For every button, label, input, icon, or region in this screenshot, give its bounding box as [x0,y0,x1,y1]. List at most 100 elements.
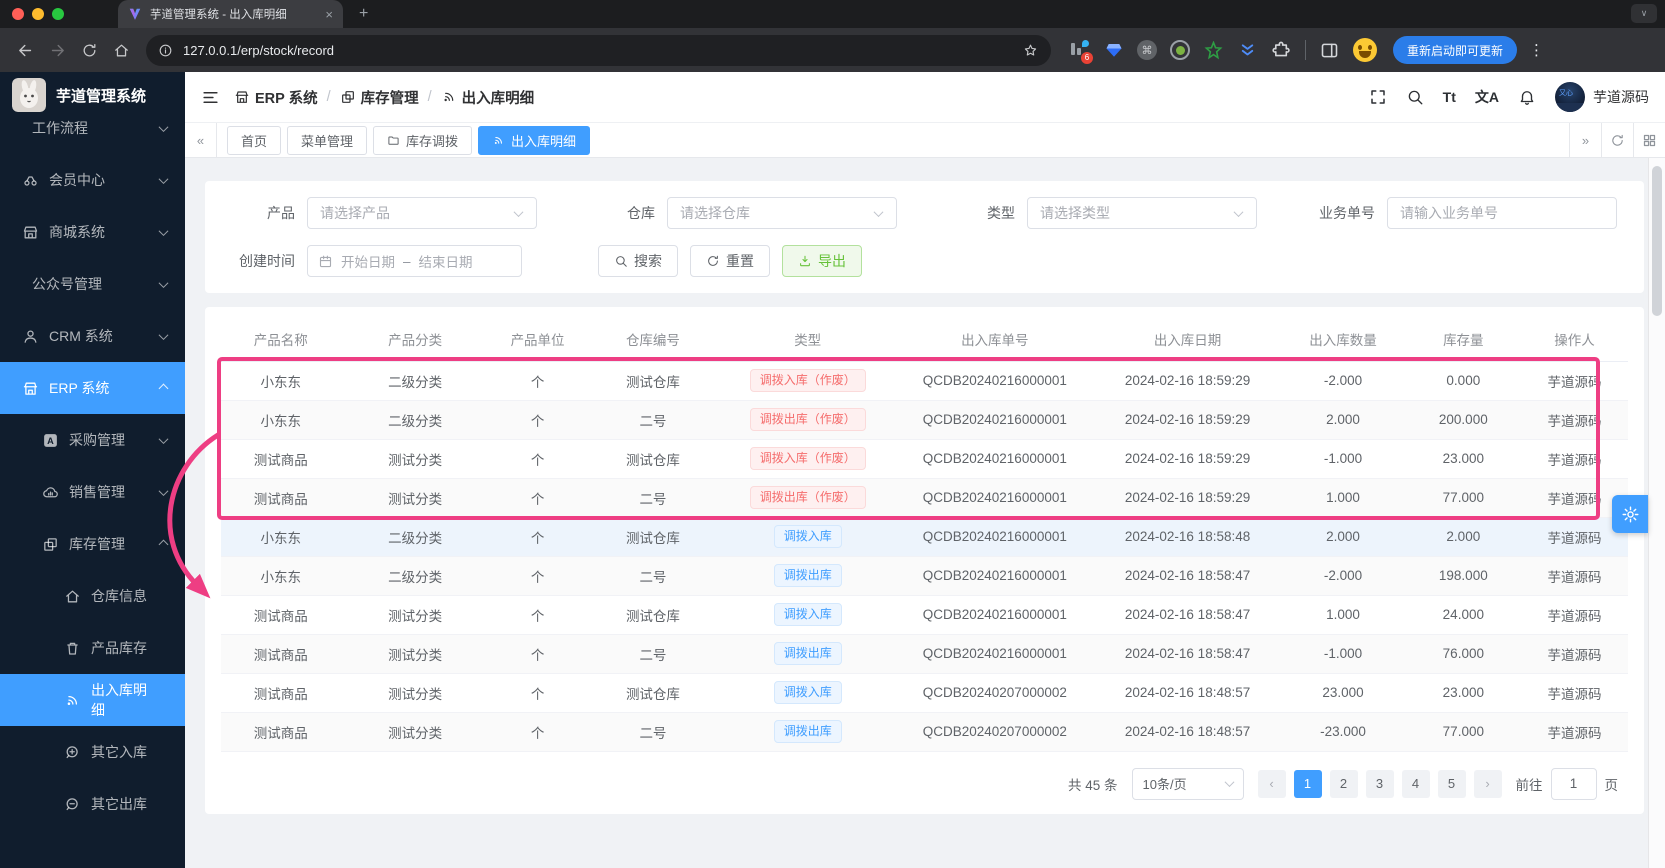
warehouse-select[interactable]: 请选择仓库 [667,197,897,229]
forward-button[interactable] [42,35,72,65]
notification-bell-icon[interactable] [1518,88,1536,106]
prev-page-button[interactable]: ‹ [1257,769,1286,798]
window-controls[interactable] [12,8,64,20]
sidebar-item-CRM 系统[interactable]: CRM 系统 [0,310,185,362]
home-button[interactable] [106,35,136,65]
page-size-select[interactable]: 10条/页 [1131,767,1244,800]
page-button-2[interactable]: 2 [1329,769,1358,798]
column-header: 出入库单号 [894,317,1095,362]
sidebar-item-销售管理[interactable]: 销售管理 [0,466,185,518]
address-bar[interactable]: 127.0.0.1/erp/stock/record [146,34,1051,66]
sidebar-item-ERP 系统[interactable]: ERP 系统 [0,362,185,414]
page-tab-首页[interactable]: 首页 [227,125,282,155]
chevron-down-icon [158,121,169,132]
back-button[interactable] [10,35,40,65]
type-select[interactable]: 请选择类型 [1027,197,1257,229]
url-text[interactable]: 127.0.0.1/erp/stock/record [183,43,1012,58]
table-row: 小东东 二级分类个二号 调拨出库（作废） QCDB20240216000001 2024… [221,400,1628,440]
tabs-scroll-right-button[interactable]: » [1569,123,1601,157]
tab-search-chevron-icon[interactable]: ∨ [1631,4,1657,23]
tab-close-icon[interactable]: × [325,8,333,21]
new-tab-button[interactable]: + [359,5,368,23]
page-button-1[interactable]: 1 [1293,769,1322,798]
bookmark-star-icon[interactable] [1022,42,1039,59]
stock-table-body: 小东东 二级分类个测试仓库 调拨入库（作废） QCDB20240216000001 20… [221,361,1628,752]
sidebar-item-label: 工作流程 [32,120,88,136]
search-icon[interactable] [1406,88,1424,106]
boxes-icon [42,536,59,553]
browser-scrollbar[interactable] [1648,158,1665,868]
extension-double-chevron-icon[interactable] [1237,40,1258,61]
font-size-icon[interactable]: Tt [1443,89,1456,105]
tabs-layout-button[interactable] [1633,123,1665,157]
date-start-placeholder: 开始日期 [341,255,395,270]
extension-stats-icon[interactable]: 6 [1069,39,1093,64]
site-info-icon[interactable] [158,43,173,58]
sidebar-item-其它入库[interactable]: 其它入库 [0,726,185,778]
sidebar-item-仓库信息[interactable]: 仓库信息 [0,570,185,622]
extension-star-icon[interactable] [1203,40,1224,61]
page-tab-出入库明细[interactable]: 出入库明细 [478,125,591,155]
cup-icon [64,640,81,657]
tabs-refresh-button[interactable] [1601,123,1633,157]
reload-button[interactable] [74,35,104,65]
sidebar-item-其它出库[interactable]: 其它出库 [0,778,185,830]
search-button[interactable]: 搜索 [598,245,678,277]
table-row: 测试商品 测试分类个测试仓库 调拨入库（作废） QCDB20240216000001 2… [221,439,1628,479]
page-tab-菜单管理[interactable]: 菜单管理 [287,125,368,155]
page-button-5[interactable]: 5 [1437,769,1466,798]
fullscreen-icon[interactable] [1369,88,1387,106]
page-button-4[interactable]: 4 [1401,769,1430,798]
bizno-input[interactable] [1387,197,1617,229]
app-header: ERP 系统 / 库存管理 / 出入库明细 Tt 文A 又心 芋道源码 [185,72,1665,122]
minimize-window-button[interactable] [32,8,44,20]
next-page-button[interactable]: › [1473,769,1502,798]
breadcrumb-item-record[interactable]: 出入库明细 [441,87,534,108]
calendar-icon [318,254,333,269]
breadcrumb-item-erp[interactable]: ERP 系统 [234,87,318,108]
maximize-window-button[interactable] [52,8,64,20]
goto-suffix: 页 [1604,777,1619,793]
user-menu[interactable]: 又心 芋道源码 [1555,82,1649,112]
sidebar-item-库存管理[interactable]: 库存管理 [0,518,185,570]
app-logo-row[interactable]: 芋道管理系统 [0,72,185,118]
profile-avatar[interactable] [1353,38,1377,62]
date-range-picker[interactable]: 开始日期 – 结束日期 [307,245,522,277]
scrollbar-thumb[interactable] [1652,166,1662,316]
download-icon [798,254,812,268]
sidebar-item-label: 库存管理 [69,536,125,552]
tabs-scroll-left-button[interactable]: « [185,123,217,157]
close-window-button[interactable] [12,8,24,20]
sidebar-item-会员中心[interactable]: 会员中心 [0,154,185,206]
breadcrumb-item-stock[interactable]: 库存管理 [340,87,419,108]
sidebar-item-采购管理[interactable]: A 采购管理 [0,414,185,466]
sidebar-item-出入库明细[interactable]: 出入库明细 [0,674,185,726]
column-header: 产品单位 [489,317,586,362]
extension-recorder-icon[interactable] [1170,40,1190,60]
product-select[interactable]: 请选择产品 [307,197,537,229]
page-tab-库存调拨[interactable]: 库存调拨 [373,125,473,155]
chrome-update-button[interactable]: 重新启动即可更新 [1393,36,1518,64]
sidebar-item-产品库存[interactable]: 产品库存 [0,622,185,674]
settings-gear-button[interactable] [1612,495,1648,533]
goto-page-input[interactable] [1550,767,1597,800]
browser-menu-icon[interactable]: ⋮ [1529,41,1544,59]
menu-collapse-icon[interactable] [201,88,220,107]
type-badge: 调拨入库 [773,680,842,705]
locale-icon[interactable]: 文A [1475,87,1499,107]
circle-in-icon [64,744,81,761]
page-button-3[interactable]: 3 [1365,769,1394,798]
search-icon [614,254,628,268]
side-panel-icon[interactable] [1319,40,1340,61]
browser-tab[interactable]: 芋道管理系统 - 出入库明细 × [118,0,343,28]
chevron-down-icon [1224,777,1234,788]
sidebar-item-公众号管理[interactable]: 公众号管理 [0,258,185,310]
extension-command-icon[interactable]: ⌘ [1137,40,1157,60]
export-button[interactable]: 导出 [782,245,862,277]
sidebar-item-label: 采购管理 [69,432,125,448]
reset-button[interactable]: 重置 [690,245,770,277]
extension-gem-icon[interactable] [1103,40,1124,61]
sidebar-item-商城系统[interactable]: 商城系统 [0,206,185,258]
page-tab-label: 库存调拨 [406,133,459,149]
extensions-puzzle-icon[interactable] [1271,40,1292,61]
